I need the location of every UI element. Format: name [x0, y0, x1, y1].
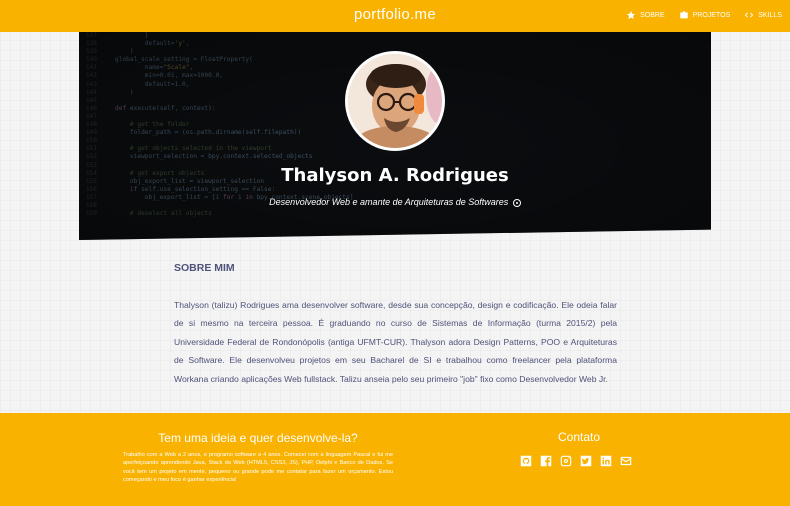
- social-links: [519, 454, 633, 468]
- about-text: Thalyson (talizu) Rodrigues ama desenvol…: [174, 300, 617, 384]
- footer-cta-title: Tem uma ideia e quer desenvolve-la?: [158, 431, 358, 445]
- nav-links: SOBRE PROJETOS SKILLS: [626, 10, 782, 20]
- avatar: [345, 51, 445, 151]
- dot-circle-icon: [512, 198, 521, 207]
- nav-link-skills[interactable]: SKILLS: [744, 10, 782, 20]
- facebook-icon[interactable]: [539, 454, 553, 468]
- nav-link-label: PROJETOS: [692, 11, 731, 19]
- footer: Tem uma ideia e quer desenvolve-la? Trab…: [0, 413, 790, 506]
- profile-name: Thalyson A. Rodrigues: [281, 165, 509, 186]
- contact-title: Contato: [557, 430, 601, 444]
- avatar-photo: [348, 54, 442, 148]
- nav-link-sobre[interactable]: SOBRE: [626, 10, 665, 20]
- nav-link-projetos[interactable]: PROJETOS: [679, 10, 731, 20]
- navbar: portfolio.me SOBRE PROJETOS SKILLS: [0, 0, 790, 32]
- star-icon: [626, 10, 636, 20]
- nav-link-label: SOBRE: [640, 11, 665, 19]
- hero-banner: 137 } 138 default='y', 139 ) 140global_s…: [79, 32, 711, 240]
- footer-cta-text: Trabalho com a Web a 2 anos, e programo …: [123, 452, 393, 484]
- portrait-image: [348, 54, 442, 148]
- github-icon[interactable]: [519, 454, 533, 468]
- profile-tagline: Desenvolvedor Web e amante de Arquitetur…: [79, 197, 711, 207]
- briefcase-icon: [679, 11, 688, 19]
- about-title: SOBRE MIM: [174, 262, 235, 274]
- tagline-text: Desenvolvedor Web e amante de Arquitetur…: [269, 197, 509, 207]
- email-icon[interactable]: [619, 454, 633, 468]
- linkedin-icon[interactable]: [599, 454, 613, 468]
- nav-link-label: SKILLS: [758, 11, 782, 19]
- twitter-icon[interactable]: [579, 454, 593, 468]
- code-icon: [745, 12, 754, 18]
- instagram-icon[interactable]: [559, 454, 573, 468]
